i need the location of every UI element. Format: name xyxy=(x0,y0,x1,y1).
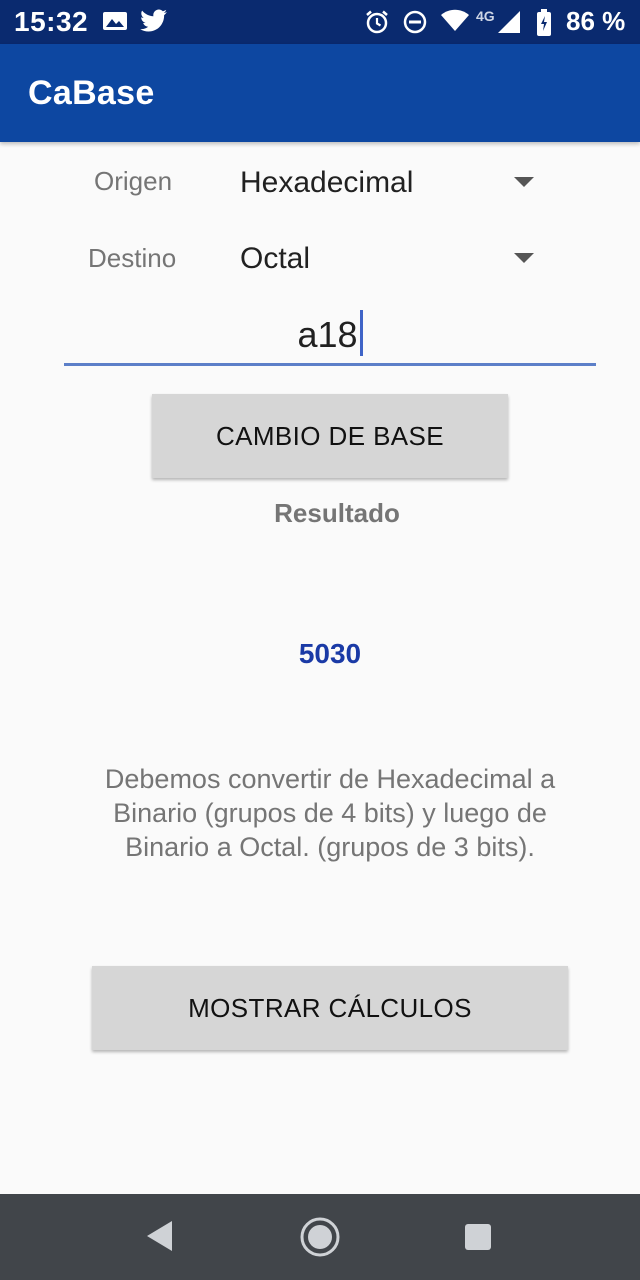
signal-icon xyxy=(498,11,520,33)
alarm-icon xyxy=(366,10,388,34)
battery-icon xyxy=(537,9,551,36)
image-notification-icon xyxy=(103,12,127,30)
number-input-value[interactable]: a18 xyxy=(297,314,357,355)
do-not-disturb-icon xyxy=(403,10,427,34)
app-bar: CaBase xyxy=(0,44,640,142)
explanation-line: Binario a Octal. (grupos de 3 bits). xyxy=(125,832,535,862)
show-calculations-button[interactable]: MOSTRAR CÁLCULOS xyxy=(92,966,568,1050)
twitter-icon xyxy=(140,9,167,32)
wifi-icon xyxy=(441,9,469,31)
convert-button[interactable]: CAMBIO DE BASE xyxy=(152,394,508,478)
text-cursor xyxy=(359,310,363,357)
back-icon[interactable] xyxy=(144,1219,176,1253)
dropdown-arrow-icon[interactable] xyxy=(514,177,534,187)
show-calculations-button-label: MOSTRAR CÁLCULOS xyxy=(188,992,472,1023)
explanation-line: Binario (grupos de 4 bits) y luego de xyxy=(113,798,547,828)
explanation-text: Debemos convertir de Hexadecimal a Binar… xyxy=(80,762,580,864)
dropdown-arrow-icon[interactable] xyxy=(514,253,534,263)
status-bar: 15:32 4G 86 % xyxy=(0,0,640,44)
navigation-bar xyxy=(0,1194,640,1280)
origin-spinner-value[interactable]: Hexadecimal xyxy=(240,166,413,200)
result-value: 5030 xyxy=(298,638,362,669)
network-type-label: 4G xyxy=(476,8,495,24)
convert-button-label: CAMBIO DE BASE xyxy=(215,420,445,451)
home-icon[interactable] xyxy=(298,1215,342,1259)
number-input[interactable]: a18 xyxy=(64,306,596,366)
origin-label: Origen xyxy=(94,166,173,196)
battery-percentage: 86 % xyxy=(566,6,626,36)
status-time: 15:32 xyxy=(14,6,89,37)
app-title: CaBase xyxy=(28,74,155,112)
result-label: Resultado xyxy=(274,498,400,528)
destination-label: Destino xyxy=(88,243,177,273)
destination-spinner-value[interactable]: Octal xyxy=(240,242,310,276)
recents-icon[interactable] xyxy=(464,1223,492,1251)
explanation-line: Debemos convertir de Hexadecimal a xyxy=(104,764,556,794)
